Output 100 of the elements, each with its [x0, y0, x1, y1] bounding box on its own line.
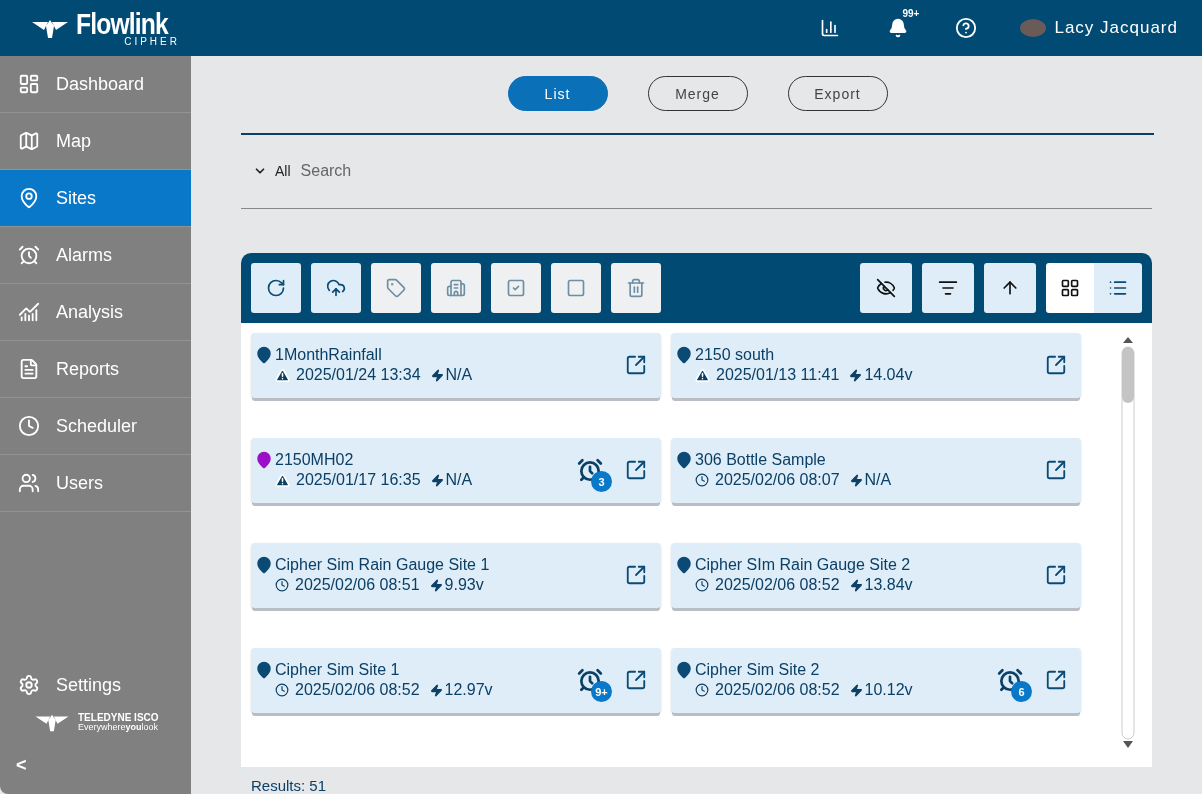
- checkbox-icon: [506, 277, 526, 298]
- user-name[interactable]: Lacy Jacquard: [1054, 18, 1178, 38]
- battery-bolt-icon: [849, 578, 863, 592]
- alarm-count: 9+: [591, 681, 612, 702]
- settings-item[interactable]: Settings: [0, 665, 191, 705]
- dashboard-icon: [18, 73, 40, 95]
- battery-reading: N/A: [445, 366, 473, 384]
- battery-bolt-icon: [430, 368, 444, 382]
- battery-bolt-icon: [849, 683, 863, 697]
- clock-icon: [275, 683, 289, 697]
- alarm-count: 3: [591, 471, 612, 492]
- tab[interactable]: List: [507, 76, 608, 111]
- last-update-time: 2025/02/06 08:52: [295, 681, 420, 699]
- site-name: Cipher Sim Rain Gauge Site 1: [275, 556, 490, 574]
- warning-icon: [695, 367, 710, 383]
- battery-reading: 13.84v: [864, 576, 913, 594]
- site-card[interactable]: 2150 south 2025/01/13 11:41 14.04v: [671, 332, 1081, 398]
- settings-icon: [18, 674, 40, 696]
- last-update-time: 2025/02/06 08:51: [295, 576, 420, 594]
- last-update-time: 2025/02/06 08:07: [715, 471, 840, 489]
- tag-icon: [386, 277, 406, 298]
- pin-icon: [18, 187, 40, 209]
- sidebar-item[interactable]: Users: [0, 455, 191, 512]
- clock-icon: [18, 415, 40, 437]
- last-update-time: 2025/01/13 11:41: [716, 366, 840, 384]
- sidebar-item[interactable]: Scheduler: [0, 398, 191, 455]
- results-count: Results: 51: [250, 777, 328, 794]
- toolbar-button[interactable]: [251, 262, 301, 313]
- open-link-button[interactable]: [1045, 459, 1067, 481]
- toolbar-button[interactable]: [922, 262, 974, 313]
- site-card[interactable]: 2150MH02 2025/01/17 16:35 N/A 3: [251, 437, 661, 503]
- toolbar-button[interactable]: [984, 262, 1036, 313]
- open-link-button[interactable]: [625, 354, 647, 376]
- sidebar-item[interactable]: Analysis: [0, 284, 191, 341]
- site-name: 2150 south: [695, 346, 775, 364]
- site-card[interactable]: Cipher SIm Rain Gauge Site 2 2025/02/06 08:52 13.84v: [671, 542, 1081, 608]
- trash-icon: [626, 277, 646, 298]
- site-card[interactable]: 1MonthRainfall 2025/01/24 13:34 N/A: [251, 332, 661, 398]
- map-icon: [18, 130, 40, 152]
- company-name: TELEDYNE ISCO: [78, 712, 159, 723]
- users-icon: [18, 472, 40, 494]
- battery-reading: 12.97v: [444, 681, 493, 699]
- battery-bolt-icon: [429, 683, 443, 697]
- battery-bolt-icon: [430, 473, 444, 487]
- open-link-button[interactable]: [625, 564, 647, 586]
- sidebar-item[interactable]: Reports: [0, 341, 191, 398]
- scope-dropdown[interactable]: All: [253, 163, 291, 180]
- clock-icon: [695, 578, 709, 592]
- site-card[interactable]: Cipher Sim Site 1 2025/02/06 08:52 12.97v 9+: [251, 647, 661, 713]
- document-icon: [18, 358, 40, 380]
- open-link-button[interactable]: [625, 459, 647, 481]
- grid-icon: [1060, 277, 1080, 298]
- notification-count: 99+: [902, 8, 920, 19]
- chart-icon: [18, 301, 40, 323]
- warning-icon: [275, 367, 290, 383]
- site-name: Cipher SIm Rain Gauge Site 2: [695, 556, 911, 574]
- site-name: Cipher Sim Site 2: [695, 661, 820, 679]
- alarm-clock-icon: [18, 244, 40, 266]
- sidebar-item[interactable]: Dashboard: [0, 56, 191, 113]
- bell-icon[interactable]: [888, 18, 909, 38]
- sidebar-item[interactable]: Sites: [0, 170, 191, 227]
- battery-reading: N/A: [445, 471, 473, 489]
- battery-reading: 14.04v: [864, 366, 913, 384]
- clock-icon: [695, 683, 709, 697]
- battery-bolt-icon: [849, 368, 863, 382]
- site-name: 1MonthRainfall: [275, 346, 382, 364]
- last-update-time: 2025/02/06 08:52: [715, 576, 840, 594]
- alarm-count: 6: [1011, 681, 1032, 702]
- site-card[interactable]: Cipher Sim Site 2 2025/02/06 08:52 10.12v 6: [671, 647, 1081, 713]
- warning-icon: [275, 472, 290, 488]
- brand-subtitle: CIPHER: [124, 36, 180, 47]
- collapse-button[interactable]: <: [16, 755, 36, 776]
- clock-icon: [275, 578, 289, 592]
- last-update-time: 2025/01/17 16:35: [296, 471, 421, 489]
- square-icon: [566, 277, 586, 298]
- view-toggle[interactable]: [1046, 262, 1094, 313]
- open-link-button[interactable]: [1045, 669, 1067, 691]
- battery-bolt-icon: [849, 473, 863, 487]
- view-toggle[interactable]: [1094, 262, 1142, 313]
- open-link-button[interactable]: [1045, 564, 1067, 586]
- chart-icon[interactable]: [820, 18, 841, 38]
- sidebar-item[interactable]: Alarms: [0, 227, 191, 284]
- battery-reading: N/A: [864, 471, 892, 489]
- last-update-time: 2025/02/06 08:52: [715, 681, 840, 699]
- open-link-button[interactable]: [625, 669, 647, 691]
- battery-bolt-icon: [429, 578, 443, 592]
- site-name: 306 Bottle Sample: [695, 451, 826, 469]
- search-field[interactable]: Search: [298, 161, 1152, 182]
- refresh-icon: [266, 277, 286, 298]
- toolbar-button[interactable]: [860, 262, 912, 313]
- site-card[interactable]: 306 Bottle Sample 2025/02/06 08:07 N/A: [671, 437, 1081, 503]
- site-name: Cipher Sim Site 1: [275, 661, 400, 679]
- building-icon: [446, 277, 466, 298]
- site-name: 2150MH02: [275, 451, 354, 469]
- site-card[interactable]: Cipher Sim Rain Gauge Site 1 2025/02/06 08:51 9.93v: [251, 542, 661, 608]
- open-link-button[interactable]: [1045, 354, 1067, 376]
- clock-icon: [695, 473, 709, 487]
- help-icon[interactable]: [955, 17, 978, 39]
- toolbar-button[interactable]: [311, 262, 361, 313]
- upload-icon: [326, 277, 346, 298]
